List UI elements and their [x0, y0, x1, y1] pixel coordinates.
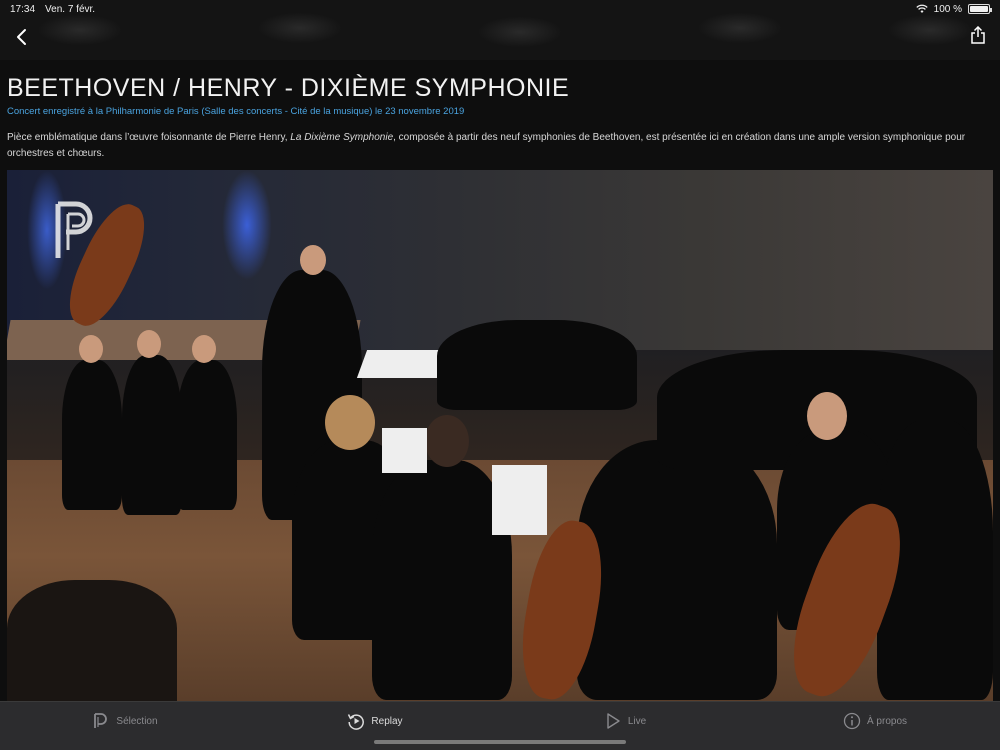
musician-head: [325, 395, 375, 450]
tab-replay[interactable]: Replay: [275, 712, 475, 730]
musician-figure: [437, 320, 637, 410]
musician-head: [807, 392, 847, 440]
concert-description: Pièce emblématique dans l’œuvre foisonna…: [7, 130, 992, 162]
tab-label: À propos: [866, 715, 908, 727]
tab-live[interactable]: Live: [525, 712, 725, 730]
replay-icon: [348, 714, 365, 730]
musician-head: [192, 335, 216, 363]
description-text: Pièce emblématique dans l’œuvre foisonna…: [7, 132, 291, 143]
battery-percent: 100 %: [933, 3, 962, 15]
info-icon: [843, 712, 861, 730]
musician-figure: [177, 360, 237, 510]
recording-info: Concert enregistré à la Philharmonie de …: [7, 106, 465, 117]
tab-selection[interactable]: Sélection: [25, 712, 225, 730]
status-date: Ven. 7 févr.: [45, 3, 96, 15]
musician-head: [137, 330, 161, 358]
status-time: 17:34: [10, 3, 36, 15]
description-work-title: La Dixième Symphonie: [290, 132, 394, 143]
conductor-head: [300, 245, 326, 275]
audience-silhouette: [7, 580, 177, 701]
philharmonie-p-icon: [94, 713, 108, 728]
philharmonie-logo-icon: [55, 201, 93, 258]
home-indicator[interactable]: [374, 740, 626, 744]
tab-about[interactable]: À propos: [775, 712, 975, 730]
tab-label: Sélection: [116, 715, 158, 727]
musician-head: [425, 415, 469, 467]
share-icon[interactable]: [970, 25, 988, 46]
score-sheet: [492, 465, 547, 535]
tab-label: Live: [627, 715, 647, 727]
chevron-left-icon[interactable]: [12, 26, 36, 50]
stage-light: [222, 170, 272, 280]
page-title: BEETHOVEN / HENRY - DIXIÈME SYMPHONIE: [7, 74, 570, 102]
musician-figure: [372, 460, 512, 700]
musician-head: [79, 335, 103, 363]
musician-figure: [62, 360, 122, 510]
tab-label: Replay: [371, 715, 403, 727]
video-player[interactable]: [7, 170, 993, 701]
score-sheet: [356, 350, 448, 378]
score-sheet: [382, 428, 427, 473]
musician-figure: [577, 440, 777, 700]
battery-icon: [968, 4, 992, 14]
wifi-icon: [915, 4, 928, 13]
status-bar: 17:34 Ven. 7 févr. 100 %: [0, 0, 1000, 18]
musician-figure: [122, 355, 182, 515]
play-icon: [607, 713, 620, 729]
